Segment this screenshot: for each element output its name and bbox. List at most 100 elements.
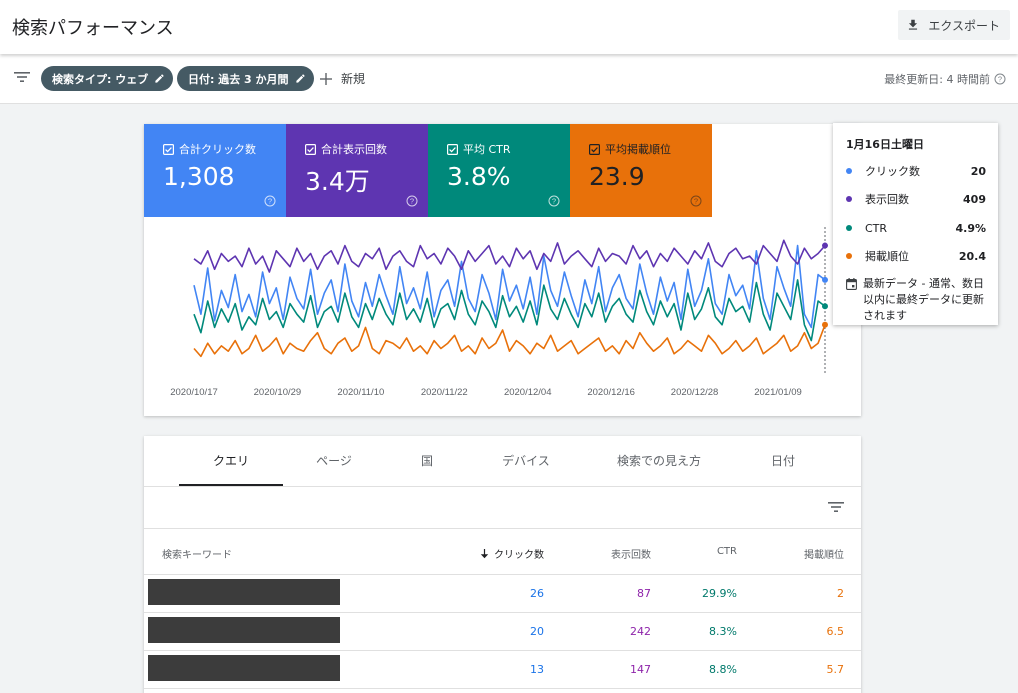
help-icon[interactable]: ? (406, 195, 418, 207)
metric-label-row: 合計クリック数 (163, 141, 256, 157)
tooltip-date: 1月16日土曜日 (846, 138, 924, 151)
cell-impressions: 87 (637, 587, 651, 600)
tooltip-row-position: 掲載順位 20.4 (846, 248, 986, 264)
date-range-chip-label: 日付: 過去 3 か月間 (188, 72, 289, 86)
tooltip-row-value: 20.4 (958, 249, 986, 263)
series-line-3 (193, 324, 826, 358)
plus-icon (320, 72, 332, 85)
metric-value: 3.8% (447, 162, 511, 191)
metric-label: 合計表示回数 (321, 143, 387, 156)
checkbox-checked-icon (305, 143, 316, 155)
svg-text:?: ? (268, 197, 272, 206)
metric-label: 平均掲載順位 (605, 143, 671, 156)
table-header: 検索キーワード クリック数 表示回数 CTR 掲載順位 (144, 529, 861, 575)
cell-position: 2 (837, 587, 844, 600)
help-icon[interactable]: ? (994, 73, 1006, 85)
dimension-tabs: クエリ ページ 国 デバイス 検索での見え方 日付 (144, 436, 861, 487)
export-label: エクスポート (928, 18, 1000, 33)
table-toolbar (144, 487, 861, 529)
metric-value: 1,308 (163, 162, 235, 191)
cell-ctr: 8.8% (709, 663, 737, 676)
edit-icon (155, 74, 164, 83)
chart-tooltip: 1月16日土曜日 クリック数 20 表示回数 409 CTR 4.9% 掲載順位… (833, 123, 998, 325)
edit-icon (295, 74, 305, 83)
x-tick-label: 2020/12/28 (671, 387, 719, 398)
help-icon[interactable]: ? (264, 195, 276, 207)
metric-average-position[interactable]: 平均掲載順位 23.9 ? (570, 124, 712, 217)
last-updated: 最終更新日: 4 時間前 ? (884, 71, 1006, 87)
search-type-chip-label: 検索タイプ: ウェブ (52, 72, 149, 86)
table-row[interactable]: 20 242 8.3% 6.5 (144, 613, 861, 651)
svg-text:?: ? (998, 75, 1002, 84)
tab-queries[interactable]: クエリ (179, 436, 283, 486)
tooltip-row-name: 表示回数 (865, 193, 909, 206)
tab-search-appearance[interactable]: 検索での見え方 (599, 436, 719, 486)
checkbox-checked-icon (163, 143, 174, 155)
help-icon[interactable]: ? (690, 195, 702, 207)
metric-value: 3.4万 (305, 167, 370, 196)
series-line-1 (193, 239, 826, 273)
redacted-query (148, 617, 340, 643)
tooltip-note-text: 最新データ - 通常、数日以内に最終データに更新されます (863, 277, 984, 322)
series-highlight-point-3 (822, 321, 828, 328)
arrow-down-icon (480, 548, 489, 558)
cell-position: 6.5 (826, 625, 845, 638)
table-row[interactable]: 26 87 29.9% 2 (144, 575, 861, 613)
performance-line-chart[interactable]: 2020/10/17 2020/10/29 2020/11/10 2020/11/22… (144, 217, 861, 416)
cell-clicks: 26 (530, 587, 544, 600)
tooltip-row-value: 20 (970, 164, 986, 178)
column-header-query[interactable]: 検索キーワード (162, 546, 232, 561)
tooltip-row-clicks: クリック数 20 (846, 163, 986, 179)
metric-total-impressions[interactable]: 合計表示回数 3.4万 ? (286, 124, 428, 217)
date-range-chip[interactable]: 日付: 過去 3 か月間 (177, 66, 314, 91)
cell-position: 5.7 (826, 663, 845, 676)
metric-value: 23.9 (589, 162, 645, 191)
redacted-query (148, 655, 340, 681)
x-tick-label: 2020/10/17 (170, 387, 218, 398)
download-icon (909, 19, 918, 30)
tooltip-row-value: 409 (963, 192, 986, 206)
metric-total-clicks[interactable]: 合計クリック数 1,308 ? (144, 124, 286, 217)
column-header-ctr[interactable]: CTR (717, 546, 737, 557)
tab-devices[interactable]: デバイス (484, 436, 568, 486)
search-type-chip[interactable]: 検索タイプ: ウェブ (41, 66, 174, 91)
x-tick-label: 2021/01/09 (754, 387, 802, 398)
export-button[interactable]: エクスポート (898, 10, 1010, 40)
metric-label-row: 平均 CTR (447, 141, 511, 157)
series-highlight-point-1 (822, 242, 828, 249)
svg-text:?: ? (410, 197, 414, 206)
column-header-position[interactable]: 掲載順位 (804, 546, 844, 561)
metric-label: 平均 CTR (463, 143, 511, 156)
metric-label-row: 平均掲載順位 (589, 141, 671, 157)
table-filter-icon[interactable] (828, 501, 844, 513)
tooltip-row-name: CTR (865, 221, 888, 235)
tooltip-row-value: 4.9% (955, 221, 986, 235)
table-row[interactable]: 13 147 8.8% 5.7 (144, 651, 861, 689)
svg-text:?: ? (694, 197, 698, 206)
tab-dates[interactable]: 日付 (749, 436, 817, 486)
x-tick-label: 2020/12/04 (504, 387, 552, 398)
tab-pages[interactable]: ページ (294, 436, 374, 486)
series-highlight-point-0 (822, 276, 828, 283)
last-updated-text: 最終更新日: 4 時間前 (884, 73, 990, 86)
legend-dot (846, 168, 852, 174)
metric-average-ctr[interactable]: 平均 CTR 3.8% ? (428, 124, 570, 217)
help-icon[interactable]: ? (548, 195, 560, 207)
performance-chart-card: 合計クリック数 1,308 ? 合計表示回数 3.4万 ? 平均 CTR 3.8… (144, 124, 861, 416)
cell-clicks: 13 (530, 663, 544, 676)
page-title: 検索パフォーマンス (12, 18, 174, 39)
column-header-clicks[interactable]: クリック数 (480, 546, 544, 561)
metric-label: 合計クリック数 (179, 143, 256, 156)
redacted-query (148, 579, 340, 605)
series-highlight-point-2 (822, 303, 828, 310)
tooltip-row-name: 掲載順位 (865, 250, 909, 263)
tooltip-row-name: クリック数 (865, 165, 920, 178)
tab-countries[interactable]: 国 (394, 436, 460, 486)
app-header: 検索パフォーマンス エクスポート (0, 0, 1018, 54)
filter-list-icon[interactable] (14, 71, 30, 83)
tooltip-row-impressions: 表示回数 409 (846, 191, 986, 207)
add-filter-button[interactable]: 新規 (320, 70, 365, 87)
metric-label-row: 合計表示回数 (305, 141, 387, 157)
checkbox-checked-icon (447, 143, 458, 155)
column-header-impressions[interactable]: 表示回数 (611, 546, 651, 561)
